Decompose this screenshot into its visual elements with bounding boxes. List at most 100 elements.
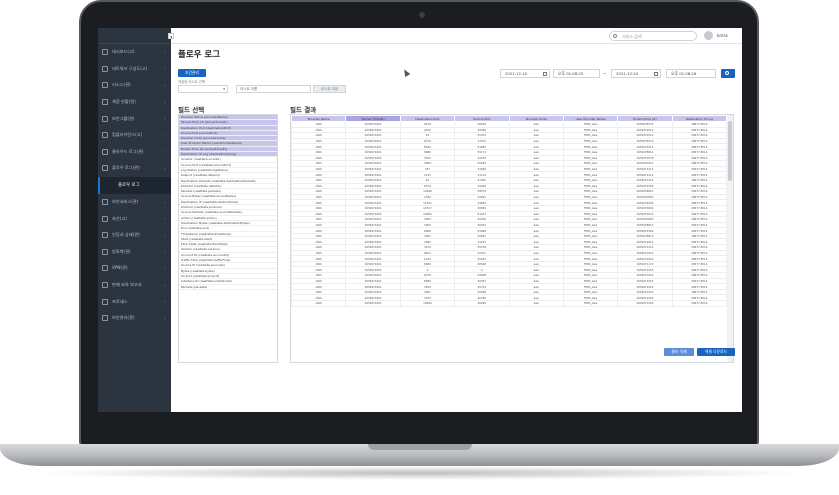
sidebar-item[interactable]: 대시보드(고) › [98,44,171,61]
sidebar-item[interactable]: 프로세스 › [98,293,171,310]
table-cell: 1639971052 [617,300,673,307]
chevron-right-icon: › [164,66,166,72]
sidebar-item[interactable]: 클라우드 로그(관) › [98,144,171,161]
table-cell: aws [508,300,564,307]
service-search-input[interactable]: 서비스 검색 [609,31,697,41]
table-cell: AWS [291,300,347,307]
sidebar-item[interactable]: 계정 현황(관) › [98,94,171,111]
saved-list-select[interactable]: ▾ [178,85,228,93]
top-bar: ◂ 서비스 검색 kmss [168,28,742,44]
laptop-notch [368,444,472,450]
sidebar-item-label: 계정 현황(관) [112,99,136,105]
chevron-down-icon: ▾ [223,87,225,91]
list-name-input[interactable]: 리스트 이름 [236,85,311,93]
chevron-right-icon: › [164,249,166,255]
table-cell: 28677.8514 [671,300,728,307]
certificate-icon [102,232,108,239]
sidebar-item[interactable]: 네트워크 구성도(고) › [98,61,171,78]
table-cell: 46283 [454,300,510,307]
list-save-button[interactable]: 리스트 저장 [313,85,346,93]
chevron-right-icon: › [164,165,166,171]
reset-filter-button[interactable]: 필터 삭제 [664,348,694,356]
sidebar-item[interactable]: 보안그룹(관) › [98,110,171,127]
saved-list-label: 저장된 리스트 선택 [178,80,206,84]
condition-manage-button[interactable]: 조건관리 [178,69,206,77]
scrollbar-thumb[interactable] [728,121,732,181]
chevron-right-icon: › [164,99,166,105]
table-cell: 19690 [399,300,456,307]
sidebar-item[interactable]: 컴플라이언스(고) › [98,127,171,144]
shield-icon [102,115,108,122]
start-date-value: 2021-12-10 [505,71,528,76]
start-time-input[interactable]: 오후 01:08:25 [553,69,600,78]
sidebar-item[interactable]: 플로우 로그(관) › [98,160,171,177]
page-title: 플로우 로그 [178,50,221,60]
firewall-icon [102,248,108,255]
sidebar-collapse-button[interactable]: ◂ [168,33,174,39]
flow-icon [102,165,108,172]
results-scrollbar[interactable] [727,115,733,362]
chevron-right-icon: › [164,199,166,205]
end-time-value: 오후 01:08:26 [671,71,697,76]
user-name[interactable]: kmss [717,33,728,38]
cloud-icon [102,148,108,155]
vpn-icon [102,265,108,272]
security-icon [102,199,108,206]
field-option[interactable]: Packets (packets) [179,285,277,290]
sidebar-item-label: 플로우 로그(관) [112,165,140,171]
chevron-right-icon: › [164,282,166,288]
sidebar-item-label: 인증서 상태(관) [112,232,140,238]
field-selection-list: Provider Name (providerName) Stored Time … [178,114,278,363]
chevron-right-icon: › [164,149,166,155]
resource-icon [102,82,108,89]
sidebar-item[interactable]: 자산(고) › [98,210,171,227]
sidebar-item[interactable]: VPN(관) › [98,260,171,277]
search-icon [613,34,617,38]
avatar[interactable] [704,31,713,40]
sidebar-item-label: 컴플라이언스(고) [112,132,143,138]
chevron-right-icon: › [164,82,166,88]
asset-icon [102,215,108,222]
chevron-right-icon: › [164,49,166,55]
sidebar-item[interactable]: 리소스(관) › [98,77,171,94]
excel-download-button[interactable]: 엑셀 다운로드 [697,348,735,356]
mouse-cursor-icon [401,67,411,78]
account-icon [102,99,108,106]
sidebar-item-label: 보안서비스(관) [112,199,139,205]
compliance-icon [102,132,108,139]
sidebar-item[interactable]: 방화벽(관) › [98,244,171,261]
chevron-right-icon: › [164,315,166,321]
camera-icon [419,12,425,18]
sidebar-item[interactable]: 판매 요약 보고서 › [98,277,171,294]
table-cell: 1639971601 [345,300,401,307]
sidebar-item[interactable]: 인증서 상태(관) › [98,227,171,244]
sidebar-item-label: 보안그룹(관) [112,115,135,121]
laptop-shadow [30,466,809,480]
sidebar-item-label: 프로세스 [112,298,128,304]
chevron-right-icon: › [164,299,166,305]
sidebar-subitem-flow-log[interactable]: 플로우 로그 [98,176,171,194]
dashboard-icon [102,49,108,56]
start-date-input[interactable]: 2021-12-10 [500,69,550,78]
results-table: Provider Name Stored Time(#) Destination P… [291,115,728,307]
search-button[interactable] [721,69,735,78]
search-placeholder: 서비스 검색 [622,34,642,39]
sidebar-item-label: 보안관리(관) [112,315,135,321]
table-row[interactable]: AWS 1639971601 19690 46283 aws FIRM_Aws 163997… [291,300,728,307]
end-date-input[interactable]: 2021-12-20 [611,69,661,78]
process-icon [102,298,108,305]
calendar-icon [654,71,658,76]
search-icon [725,71,729,75]
results-panel-title: 필드 결과 [290,106,317,114]
end-time-input[interactable]: 오후 01:08:26 [666,69,716,78]
sidebar-item[interactable]: 보안관리(관) › [98,310,171,327]
sidebar-item[interactable]: 보안서비스(관) › [98,194,171,211]
app-screen: 대시보드(고) › 네트워크 구성도(고) › 리소스(관) › 계정 현황(관) › 보안그룹… [98,28,742,412]
sidebar-item-label: 판매 요약 보고서 [112,282,142,288]
sidebar-item-label: 자산(고) [112,215,127,221]
network-icon [102,65,108,72]
sidebar-logo [98,28,171,44]
sidebar-item-label: 클라우드 로그(관) [112,148,144,154]
sidebar-item-label: 대시보드(고) [112,49,135,55]
chevron-right-icon: › [164,265,166,271]
